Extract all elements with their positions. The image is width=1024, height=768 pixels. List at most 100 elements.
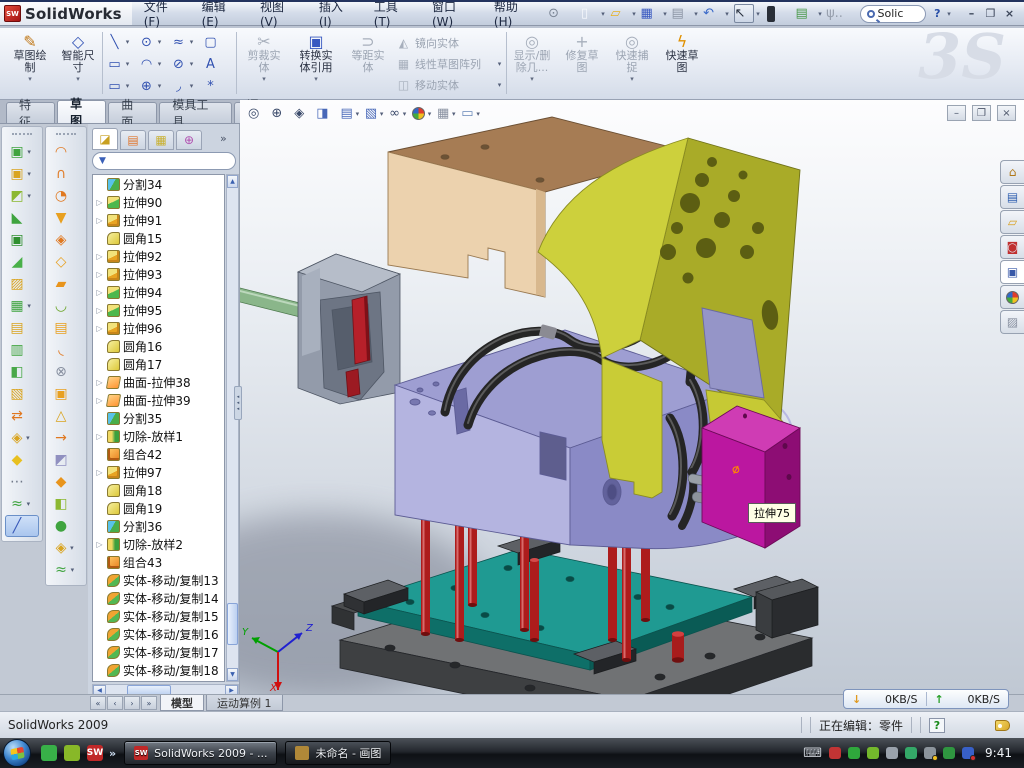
tree-item[interactable]: ▷ 实体-移动/复制16 bbox=[93, 625, 224, 643]
sketch-entity-icon[interactable]: ⊙ bbox=[138, 35, 155, 50]
tree-item[interactable]: ▷ 圆角18 bbox=[93, 481, 224, 499]
left-tool-button[interactable]: ◩ ▾ bbox=[2, 185, 42, 207]
tree-item[interactable]: ▷ 曲面-拉伸38 bbox=[93, 373, 224, 391]
help-button[interactable]: ? bbox=[930, 6, 945, 21]
window-button[interactable]: – bbox=[963, 6, 980, 21]
tree-item[interactable]: ▷ 实体-移动/复制17 bbox=[93, 643, 224, 661]
left-tool-button[interactable]: ▣ ▾ bbox=[2, 229, 42, 251]
search-input[interactable] bbox=[878, 7, 916, 20]
tree-item[interactable]: ▷ 分割34 bbox=[93, 175, 224, 193]
hud-button[interactable]: ◨ ▾ bbox=[316, 107, 337, 120]
task-pane-tab[interactable] bbox=[1000, 285, 1024, 309]
hud-button[interactable]: ◎ ▾ bbox=[248, 107, 268, 120]
keyboard-layout-icon[interactable]: ⌨ bbox=[803, 746, 822, 761]
left-tool-button[interactable]: ◧ ▾ bbox=[46, 493, 86, 515]
hud-button[interactable]: ⊕ ▾ bbox=[271, 107, 291, 120]
tree-item[interactable]: ▷ 拉伸96 bbox=[93, 319, 224, 337]
ribbon-tab[interactable]: 曲面 bbox=[108, 102, 157, 123]
left-tool-button[interactable]: ▧ ▾ bbox=[2, 383, 42, 405]
tree-item[interactable]: ▷ 实体-移动/复制18 bbox=[93, 661, 224, 679]
toolbar-big-button[interactable]: ◎ 显示/删 除几... ▾ bbox=[508, 30, 556, 98]
taskbar-window-button[interactable]: 未命名 - 画图 bbox=[285, 741, 391, 765]
hud-button[interactable]: ∞ ▾ bbox=[389, 107, 409, 120]
panel-overflow-chevron[interactable]: » bbox=[220, 132, 227, 145]
toolbar-icon[interactable]: ↖ bbox=[734, 4, 754, 23]
ribbon-tab[interactable]: 草图 bbox=[57, 100, 106, 123]
scroll-down-button[interactable]: ▼ bbox=[227, 668, 238, 681]
part-small-red-cylinder[interactable] bbox=[672, 631, 684, 663]
doc-nav-button[interactable]: « bbox=[90, 696, 106, 710]
tray-icon[interactable] bbox=[924, 747, 936, 759]
toolbar-big-button[interactable]: ✂ 剪裁实 体 ▾ bbox=[240, 30, 288, 98]
left-tool-button[interactable]: ◆ ▾ bbox=[2, 449, 42, 471]
sketch-entity-icon[interactable]: A bbox=[202, 57, 219, 72]
tree-item[interactable]: ▷ 组合42 bbox=[93, 445, 224, 463]
scroll-up-button[interactable]: ▲ bbox=[227, 175, 238, 188]
left-tool-button[interactable]: → ▾ bbox=[46, 427, 86, 449]
left-tool-button[interactable]: ▤ ▾ bbox=[46, 317, 86, 339]
task-pane-tab[interactable]: ▣ bbox=[1000, 260, 1024, 284]
sketch-entity-icon[interactable]: ≈ bbox=[170, 35, 187, 50]
hud-button[interactable]: ◈ ▾ bbox=[294, 107, 313, 120]
taskbar-window-button[interactable]: SW SolidWorks 2009 - ... bbox=[124, 741, 277, 765]
task-pane-tab[interactable]: ▤ bbox=[1000, 185, 1024, 209]
panel-tab[interactable]: ▤ bbox=[120, 130, 146, 150]
toolbar-icon[interactable]: ⊙ bbox=[548, 4, 568, 23]
left-tool-button[interactable]: ◈ ▾ bbox=[2, 427, 42, 449]
toolbar-big-button[interactable]: ✎ 草图绘 制 ▾ bbox=[6, 30, 54, 98]
toolbar-stack-row[interactable]: ▦ 线性草图阵列 ▾ bbox=[396, 53, 504, 74]
tree-item[interactable]: ▷ 圆角19 bbox=[93, 499, 224, 517]
tray-icon[interactable] bbox=[867, 747, 879, 759]
tree-item[interactable]: ▷ 圆角15 bbox=[93, 229, 224, 247]
toolbar-icon[interactable] bbox=[765, 4, 785, 23]
left-tool-button[interactable]: ≈ ▾ bbox=[2, 493, 42, 515]
doc-nav-button[interactable]: ‹ bbox=[107, 696, 123, 710]
sketch-entity-icon[interactable]: ⊘ bbox=[170, 57, 187, 72]
start-button[interactable] bbox=[3, 739, 31, 767]
hud-button[interactable]: ▧ ▾ bbox=[365, 107, 386, 120]
left-tool-button[interactable]: ▣ ▾ bbox=[2, 141, 42, 163]
toolbar-big-button[interactable]: ◎ 快速捕 捉 ▾ bbox=[608, 30, 656, 98]
left-tool-button[interactable]: ⊗ ▾ bbox=[46, 361, 86, 383]
document-tab[interactable]: 运动算例 1 bbox=[206, 695, 283, 711]
tree-item[interactable]: ▷ 分割35 bbox=[93, 409, 224, 427]
search-box[interactable] bbox=[860, 5, 926, 23]
sketch-entity-icon[interactable]: ▭ bbox=[106, 79, 123, 94]
quick-launch-icon[interactable] bbox=[41, 745, 57, 761]
left-tool-button[interactable]: ◆ ▾ bbox=[46, 471, 86, 493]
left-tool-button[interactable]: ◈ ▾ bbox=[46, 537, 86, 559]
left-tool-button[interactable]: ◠ ▾ bbox=[46, 141, 86, 163]
tray-icon[interactable] bbox=[848, 747, 860, 759]
tree-item[interactable]: ▷ 切除-放样1 bbox=[93, 427, 224, 445]
quick-launch-chevron[interactable]: » bbox=[109, 747, 116, 760]
left-tool-button[interactable]: ◟ ▾ bbox=[46, 339, 86, 361]
left-tool-button[interactable]: ▤ ▾ bbox=[2, 317, 42, 339]
left-tool-button[interactable]: ◔ ▾ bbox=[46, 185, 86, 207]
left-tool-button[interactable]: ▼ ▾ bbox=[46, 207, 86, 229]
sketch-entity-icon[interactable]: ◞ bbox=[170, 79, 187, 94]
mold-assembly-model[interactable]: Y Z X bbox=[240, 100, 1024, 694]
left-tool-button[interactable]: △ ▾ bbox=[46, 405, 86, 427]
sketch-entity-icon[interactable]: ▢ bbox=[202, 35, 219, 50]
scroll-thumb[interactable] bbox=[227, 603, 238, 645]
left-tool-button[interactable]: ▣ ▾ bbox=[2, 163, 42, 185]
tree-item[interactable]: ▷ 曲面-拉伸39 bbox=[93, 391, 224, 409]
left-tool-button[interactable]: ▦ ▾ bbox=[2, 295, 42, 317]
panel-tab[interactable]: ▦ bbox=[148, 130, 174, 150]
tree-item[interactable]: ▷ 拉伸93 bbox=[93, 265, 224, 283]
tree-vertical-scrollbar[interactable]: ▲ ▼ bbox=[226, 174, 239, 682]
hud-button[interactable]: ▤ ▾ bbox=[341, 107, 362, 120]
toolbar-big-button[interactable]: ◇ 智能尺 寸 ▾ bbox=[54, 30, 102, 98]
tray-icon[interactable] bbox=[829, 747, 841, 759]
tree-item[interactable]: ▷ 拉伸92 bbox=[93, 247, 224, 265]
sketch-entity-icon[interactable]: ▭ bbox=[106, 57, 123, 72]
tree-filter-box[interactable]: ▼ bbox=[92, 152, 236, 170]
tree-item[interactable]: ▷ 拉伸91 bbox=[93, 211, 224, 229]
graphics-area[interactable]: Y Z X ◎ ▾ ⊕ ▾ ◈ ▾ bbox=[240, 100, 1024, 694]
toolbar-grip[interactable] bbox=[56, 133, 76, 138]
quick-launch-icon[interactable]: SW bbox=[87, 745, 103, 761]
document-tab[interactable]: 模型 bbox=[160, 695, 204, 711]
toolbar-icon[interactable]: ▤ bbox=[672, 4, 692, 23]
quick-launch-icon[interactable] bbox=[64, 745, 80, 761]
tree-item[interactable]: ▷ 分割36 bbox=[93, 517, 224, 535]
